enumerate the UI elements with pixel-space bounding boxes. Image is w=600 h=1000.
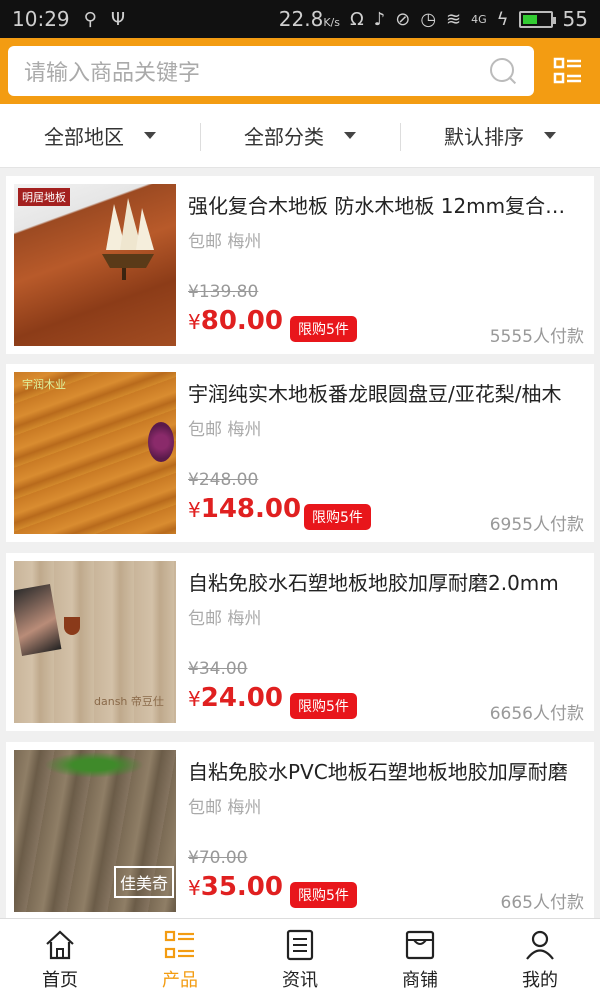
user-icon: [526, 930, 554, 960]
bottom-nav: 首页 产品 资讯 商铺 我的: [0, 918, 600, 1000]
original-price: ¥34.00: [188, 659, 248, 679]
tab-news[interactable]: 资讯: [240, 919, 360, 1000]
headset-icon: Ω: [349, 8, 364, 30]
home-icon: [46, 930, 74, 959]
network-speed: 22.8K/s: [278, 7, 340, 31]
usb-tether-icon: ⚲: [83, 8, 97, 30]
sold-count: 6955人付款: [489, 515, 584, 535]
limit-badge: 限购5件: [304, 504, 371, 530]
no-disturb-icon: ⊘: [395, 8, 411, 30]
product-title: 自粘免胶水石塑地板地胶加厚耐磨2.0mm: [188, 571, 559, 595]
product-info: 强化复合木地板 防水木地板 12mm复合地板 包邮 梅州 ¥139.80 ¥80…: [176, 184, 592, 347]
caret-down-icon: [544, 132, 556, 139]
product-list-icon: [164, 930, 194, 958]
list-view-icon[interactable]: [544, 46, 592, 96]
caret-down-icon: [144, 132, 156, 139]
network-type: 4G: [471, 12, 487, 26]
usb-icon: Ψ: [110, 8, 125, 30]
store-icon: [405, 930, 435, 959]
tab-label: 首页: [42, 969, 78, 991]
sold-count: 5555人付款: [489, 327, 584, 347]
filter-label: 全部地区: [44, 125, 124, 149]
product-card[interactable]: 宇润木业 宇润纯实木地板番龙眼圆盘豆/亚花梨/柚木 包邮 梅州 ¥248.00 …: [6, 364, 594, 542]
news-icon: [286, 929, 314, 960]
product-image: 宇润木业: [14, 372, 176, 534]
filter-category[interactable]: 全部分类: [200, 121, 400, 151]
battery-icon: [518, 10, 556, 28]
sale-price: ¥35.00: [188, 872, 283, 902]
caret-down-icon: [344, 132, 356, 139]
product-image: dansh 帝豆仕: [14, 561, 176, 723]
brand-logo: 宇润木业: [22, 378, 66, 391]
product-image: 明居地板: [14, 184, 176, 346]
tab-home[interactable]: 首页: [0, 919, 120, 1000]
product-card[interactable]: 明居地板 强化复合木地板 防水木地板 12mm复合地板 包邮 梅州 ¥139.8…: [6, 176, 594, 354]
shipping-location: 包邮 梅州: [188, 232, 262, 252]
product-title: 宇润纯实木地板番龙眼圆盘豆/亚花梨/柚木: [188, 382, 562, 406]
sale-price: ¥24.00: [188, 683, 283, 713]
original-price: ¥248.00: [188, 470, 259, 490]
sale-price: ¥80.00: [188, 306, 283, 336]
tab-store[interactable]: 商铺: [360, 919, 480, 1000]
tab-products[interactable]: 产品: [120, 919, 240, 1000]
tab-profile[interactable]: 我的: [480, 919, 600, 1000]
limit-badge: 限购5件: [290, 316, 357, 342]
filter-bar: 全部地区 全部分类 默认排序: [0, 104, 600, 168]
limit-badge: 限购5件: [290, 693, 357, 719]
original-price: ¥70.00: [188, 848, 248, 868]
product-image: 佳美奇: [14, 750, 176, 912]
search-input[interactable]: 请输入商品关键字: [8, 46, 534, 96]
shipping-location: 包邮 梅州: [188, 609, 262, 629]
tab-label: 资讯: [282, 969, 318, 991]
magazine-decoration: [14, 584, 62, 656]
filter-region[interactable]: 全部地区: [0, 121, 200, 150]
list-view-icon-svg: [553, 57, 581, 84]
shipping-location: 包邮 梅州: [188, 798, 262, 818]
flower-decoration: [148, 422, 174, 462]
sold-count: 6656人付款: [489, 704, 584, 724]
cup-decoration: [64, 617, 80, 635]
shipping-location: 包邮 梅州: [188, 420, 262, 440]
product-info: 宇润纯实木地板番龙眼圆盘豆/亚花梨/柚木 包邮 梅州 ¥248.00 ¥148.…: [176, 372, 592, 535]
alarm-icon: ◷: [420, 8, 437, 30]
filter-label: 默认排序: [444, 125, 524, 149]
search-header: 请输入商品关键字: [0, 38, 600, 104]
sold-count: 665人付款: [500, 893, 584, 913]
search-placeholder: 请输入商品关键字: [24, 61, 201, 86]
product-card[interactable]: 佳美奇 自粘免胶水PVC地板石塑地板地胶加厚耐磨 包邮 梅州 ¥70.00 ¥3…: [6, 742, 594, 920]
product-card[interactable]: dansh 帝豆仕 自粘免胶水石塑地板地胶加厚耐磨2.0mm 包邮 梅州 ¥34…: [6, 553, 594, 731]
battery-percent: 55: [562, 7, 588, 31]
product-info: 自粘免胶水石塑地板地胶加厚耐磨2.0mm 包邮 梅州 ¥34.00 ¥24.00…: [176, 561, 592, 724]
status-bar: 10:29 ⚲ Ψ 22.8K/s Ω ♪ ⊘ ◷ ≋ 4G ϟ 55: [0, 0, 600, 38]
filter-label: 全部分类: [244, 125, 324, 149]
sale-price: ¥148.00: [188, 494, 302, 524]
product-info: 自粘免胶水PVC地板石塑地板地胶加厚耐磨 包邮 梅州 ¥70.00 ¥35.00…: [176, 750, 592, 913]
tab-label: 我的: [522, 969, 558, 991]
wifi-icon: ≋: [446, 8, 462, 30]
product-title: 强化复合木地板 防水木地板 12mm复合地板: [188, 194, 584, 218]
filter-sort[interactable]: 默认排序: [400, 121, 600, 151]
clock: 10:29: [12, 7, 70, 31]
tab-label: 商铺: [402, 969, 438, 991]
original-price: ¥139.80: [188, 282, 259, 302]
plant-decoration: [44, 752, 144, 778]
tab-label: 产品: [162, 969, 198, 991]
charging-icon: ϟ: [496, 8, 509, 30]
product-title: 自粘免胶水PVC地板石塑地板地胶加厚耐磨: [188, 760, 568, 784]
search-icon[interactable]: [488, 56, 518, 86]
mute-icon: ♪: [373, 8, 386, 30]
ship-model-icon: [102, 198, 154, 280]
limit-badge: 限购5件: [290, 882, 357, 908]
brand-logo: dansh 帝豆仕: [94, 695, 164, 708]
brand-logo: 佳美奇: [114, 866, 175, 898]
